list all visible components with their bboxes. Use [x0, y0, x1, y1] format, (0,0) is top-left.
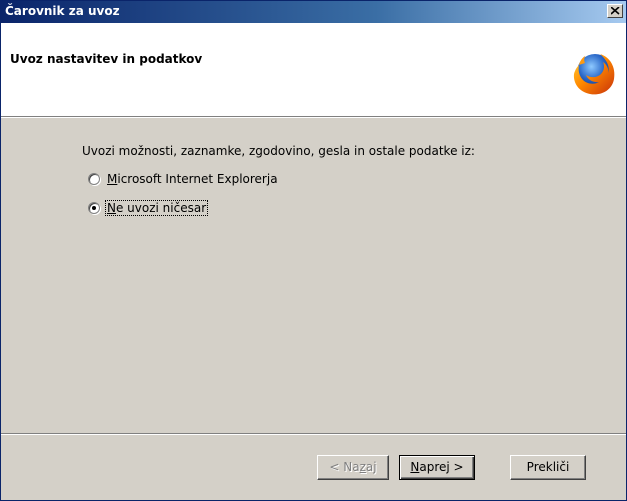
- close-icon: [611, 7, 620, 15]
- window-title: Čarovnik za uvoz: [5, 4, 120, 18]
- next-button[interactable]: Naprej >: [399, 455, 475, 480]
- option-label: Microsoft Internet Explorerja: [107, 172, 278, 186]
- wizard-header: Uvoz nastavitev in podatkov: [1, 23, 626, 118]
- radio-import-nothing[interactable]: [88, 202, 100, 214]
- footer-separator: [1, 433, 626, 435]
- cancel-button[interactable]: Prekliči: [510, 455, 586, 480]
- firefox-logo-icon: [573, 54, 615, 95]
- radio-internet-explorer[interactable]: [88, 173, 100, 185]
- page-title: Uvoz nastavitev in podatkov: [10, 52, 203, 66]
- back-button[interactable]: < Nazaj: [317, 455, 389, 480]
- instruction-text: Uvozi možnosti, zaznamke, zgodovino, ges…: [82, 144, 475, 158]
- radio-selected-dot: [92, 206, 96, 210]
- import-wizard-window: Čarovnik za uvoz Uvoz nastavitev in poda…: [0, 0, 627, 501]
- title-bar[interactable]: Čarovnik za uvoz: [1, 1, 626, 23]
- option-label: Ne uvozi ničesar: [104, 200, 209, 216]
- close-button[interactable]: [607, 4, 623, 18]
